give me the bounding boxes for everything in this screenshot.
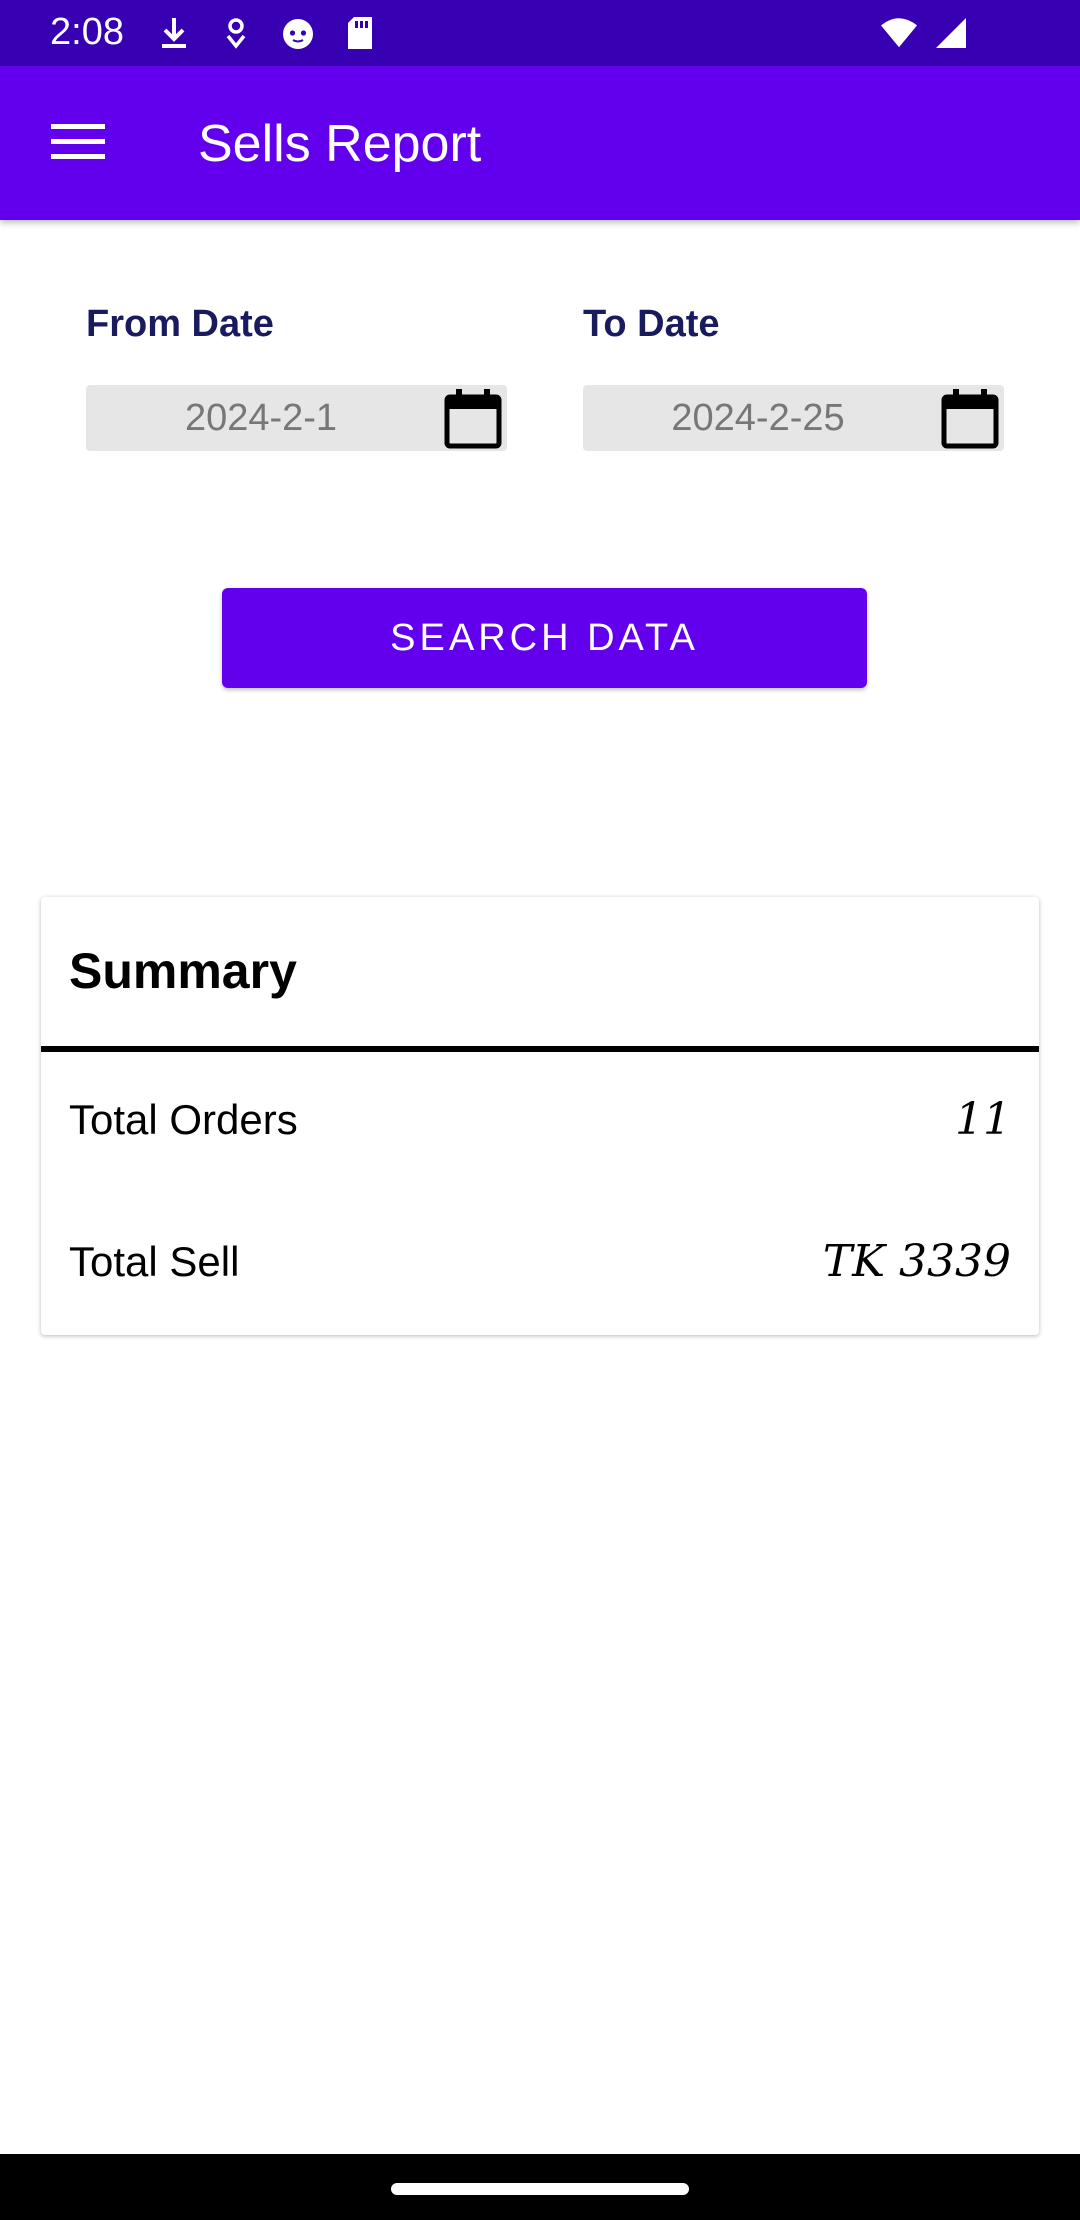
to-date-field[interactable]: 2024-2-25 [583,385,1004,451]
cat-face-icon [279,14,317,52]
wifi-icon [880,14,918,52]
calendar-icon[interactable] [441,385,505,451]
total-orders-label: Total Orders [69,1096,298,1143]
sd-card-icon [341,14,379,52]
location-pin-icon [217,14,255,52]
system-icons [880,14,970,52]
to-date-label: To Date [583,303,720,345]
from-date-field[interactable]: 2024-2-1 [86,385,507,451]
page-title: Sells Report [198,115,482,173]
total-sell-label: Total Sell [69,1238,240,1285]
status-bar: 2:08 [0,0,1080,66]
summary-title: Summary [69,943,297,999]
home-indicator[interactable] [391,2183,689,2195]
to-date-value: 2024-2-25 [671,397,845,439]
hamburger-menu-icon [51,122,105,167]
from-date-label: From Date [86,303,274,345]
app-bar: Sells Report [0,66,1080,220]
total-sell-value: TK 3339 [822,1236,1011,1287]
total-orders-value: 11 [955,1094,1011,1145]
search-data-button[interactable]: SEARCH DATA [222,588,867,688]
calendar-icon[interactable] [938,385,1002,451]
summary-card: Summary Total Orders 11 Total Sell TK 33… [41,897,1039,1335]
notification-icons [155,14,379,52]
signal-icon [932,14,970,52]
status-time: 2:08 [50,11,124,53]
menu-button[interactable] [38,109,118,179]
from-date-value: 2024-2-1 [184,397,338,439]
download-icon [155,14,193,52]
summary-divider [41,1046,1039,1052]
